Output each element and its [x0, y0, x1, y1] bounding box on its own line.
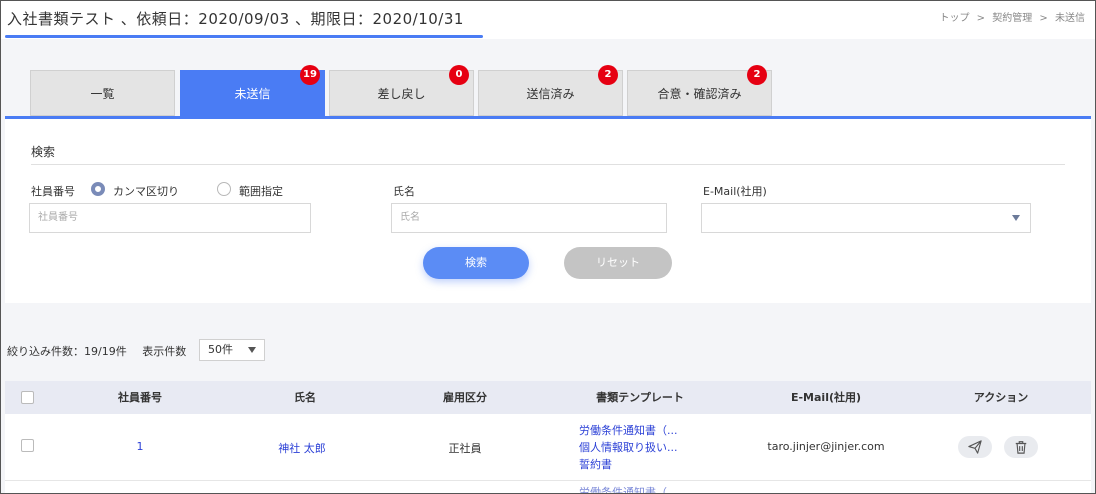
breadcrumb-top[interactable]: トップ [939, 13, 969, 24]
search-heading: 検索 [31, 145, 56, 159]
count-badge: 0 [449, 65, 469, 85]
count-badge: 2 [598, 65, 618, 85]
template-link[interactable]: 労働条件通知書（... [579, 422, 678, 439]
row-checkbox[interactable] [21, 439, 34, 452]
breadcrumb-current: 未送信 [1055, 13, 1085, 24]
breadcrumb: トップ > 契約管理 > 未送信 [937, 9, 1087, 24]
trash-icon [1015, 441, 1027, 454]
column-name[interactable]: 氏名 [255, 381, 355, 414]
filter-count: 絞り込み件数：19/19件 [7, 345, 127, 358]
tab-list[interactable]: 一覧 [30, 70, 175, 116]
delete-button[interactable] [1004, 436, 1038, 458]
send-button[interactable] [958, 436, 992, 458]
tab-returned[interactable]: 差し戻し 0 [329, 65, 474, 116]
radio-range[interactable] [217, 182, 231, 196]
table-row: 労働条件通知書（... [5, 481, 1091, 493]
tab-unsent[interactable]: 未送信 19 [180, 65, 325, 116]
template-list: 労働条件通知書（... 個人情報取り扱い... 誓約書 [579, 422, 678, 473]
employee-email: taro.jinjer@jinjer.com [767, 440, 885, 453]
page-size-value: 50件 [208, 343, 233, 356]
email-label: E-Mail(社用) [703, 185, 767, 198]
breadcrumb-contracts[interactable]: 契約管理 [992, 13, 1032, 24]
search-panel: 検索 社員番号 カンマ区切り 範囲指定 社員番号 氏名 氏名 E-Mail(社用… [5, 119, 1091, 303]
email-select[interactable] [701, 203, 1031, 233]
table-row: 1 神社 太郎 正社員 労働条件通知書（... 個人情報取り扱い... 誓約書 … [5, 414, 1091, 481]
employee-name-link[interactable]: 神社 太郎 [252, 440, 352, 456]
employee-no-input[interactable]: 社員番号 [29, 203, 311, 233]
select-all-checkbox[interactable] [21, 391, 34, 404]
tab-label: 合意・確認済み [657, 87, 742, 101]
breadcrumb-separator: > [1039, 13, 1048, 24]
chevron-down-icon [248, 347, 256, 353]
title-underline [5, 35, 483, 38]
page-title: 入社書類テスト 、依頼日：2020/09/03 、期限日：2020/10/31 [7, 10, 464, 28]
employee-no-link[interactable]: 1 [90, 440, 190, 453]
column-email[interactable]: E-Mail(社用) [751, 381, 901, 414]
radio-range-label[interactable]: 範囲指定 [239, 183, 283, 199]
app-window: 入社書類テスト 、依頼日：2020/09/03 、期限日：2020/10/31 … [0, 0, 1096, 494]
tab-sent[interactable]: 送信済み 2 [478, 65, 623, 116]
radio-comma-label[interactable]: カンマ区切り [113, 183, 179, 199]
template-link[interactable]: 個人情報取り扱い... [579, 439, 678, 456]
breadcrumb-separator: > [976, 13, 986, 24]
reset-button[interactable]: リセット [564, 247, 672, 279]
template-link[interactable]: 誓約書 [579, 456, 678, 473]
column-employment-type[interactable]: 雇用区分 [415, 381, 515, 414]
column-action: アクション [973, 391, 1029, 404]
tab-label: 一覧 [90, 87, 115, 101]
paper-plane-icon [968, 440, 982, 454]
page-size-label: 表示件数 [142, 345, 187, 358]
employee-no-label: 社員番号 [31, 185, 75, 198]
tab-label: 送信済み [526, 87, 575, 101]
column-employee-no[interactable]: 社員番号 [90, 381, 190, 414]
name-label: 氏名 [393, 185, 415, 198]
page-header: 入社書類テスト 、依頼日：2020/09/03 、期限日：2020/10/31 … [1, 1, 1095, 39]
count-badge: 19 [300, 65, 320, 85]
search-button[interactable]: 検索 [423, 247, 529, 279]
divider [31, 164, 1065, 165]
page-size-select[interactable]: 50件 [199, 339, 265, 361]
radio-comma-separated[interactable] [91, 182, 105, 196]
employment-type: 正社員 [448, 442, 482, 455]
column-template: 書類テンプレート [596, 391, 684, 404]
count-badge: 2 [747, 65, 767, 85]
chevron-down-icon [1012, 215, 1020, 221]
template-link[interactable]: 労働条件通知書（... [579, 484, 678, 493]
table-header: 社員番号 氏名 雇用区分 書類テンプレート E-Mail(社用) アクション [5, 381, 1091, 414]
tab-label: 差し戻し [377, 87, 426, 101]
name-input[interactable]: 氏名 [391, 203, 667, 233]
tab-label: 未送信 [234, 87, 271, 101]
filter-summary: 絞り込み件数：19/19件 表示件数 [7, 343, 186, 359]
tab-agreed[interactable]: 合意・確認済み 2 [627, 65, 772, 116]
